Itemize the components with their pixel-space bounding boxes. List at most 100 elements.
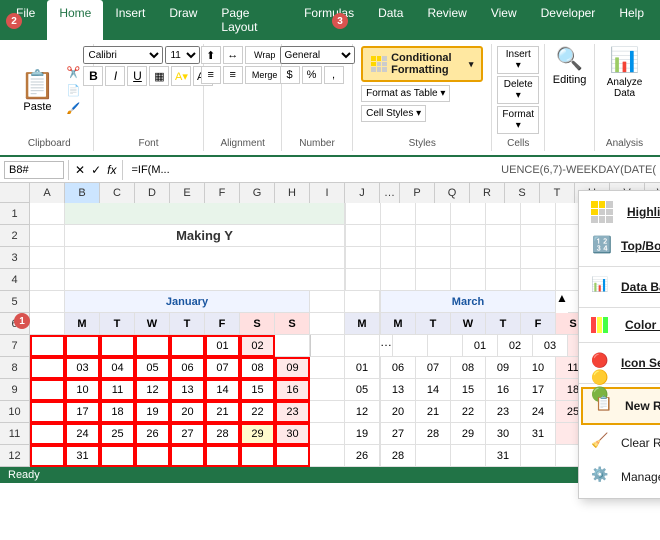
col-header-b[interactable]: B bbox=[65, 183, 100, 203]
cell-j10[interactable]: 12 bbox=[345, 401, 380, 423]
row-header-8[interactable]: 8 bbox=[0, 357, 30, 379]
tab-data[interactable]: Data bbox=[366, 0, 415, 40]
cell-mar-t7[interactable]: 02 bbox=[498, 335, 533, 357]
cell-f12[interactable] bbox=[205, 445, 240, 467]
tab-draw[interactable]: Draw bbox=[157, 0, 209, 40]
cell-s4[interactable] bbox=[451, 269, 486, 291]
format-as-table-button[interactable]: Format as Table ▾ bbox=[361, 85, 450, 102]
manage-rules-item[interactable]: ⚙️ Manage Rules... bbox=[579, 460, 660, 494]
cell-c9[interactable]: 11 bbox=[100, 379, 135, 401]
cell-mar-f12[interactable] bbox=[521, 445, 556, 467]
cell-b1-merged[interactable] bbox=[65, 203, 345, 225]
col-header-a[interactable]: A bbox=[30, 183, 65, 203]
cell-j5[interactable] bbox=[345, 291, 380, 313]
cell-c7[interactable] bbox=[100, 335, 135, 357]
cell-i9[interactable] bbox=[310, 379, 345, 401]
color-scales-item[interactable]: Color Scales bbox=[579, 311, 660, 339]
cell-c12[interactable] bbox=[100, 445, 135, 467]
cell-h10[interactable]: 23 bbox=[275, 401, 310, 423]
cell-reference-input[interactable] bbox=[4, 161, 64, 179]
align-top-button[interactable]: ⬆ bbox=[201, 46, 221, 64]
cell-u3[interactable] bbox=[521, 247, 556, 269]
cell-e8[interactable]: 06 bbox=[170, 357, 205, 379]
cell-i12[interactable] bbox=[310, 445, 345, 467]
cell-b3[interactable] bbox=[65, 247, 345, 269]
cell-h9[interactable]: 16 bbox=[275, 379, 310, 401]
cell-g9[interactable]: 15 bbox=[240, 379, 275, 401]
cell-u1[interactable] bbox=[521, 203, 556, 225]
cell-e11[interactable]: 27 bbox=[170, 423, 205, 445]
cell-mar-w9[interactable]: 15 bbox=[451, 379, 486, 401]
cell-i7-feb[interactable] bbox=[310, 335, 345, 357]
cell-t2[interactable] bbox=[486, 225, 521, 247]
tab-home[interactable]: Home bbox=[47, 0, 103, 40]
cell-mar-th8[interactable]: 09 bbox=[486, 357, 521, 379]
row-header-11[interactable]: 11 bbox=[0, 423, 30, 445]
cell-r3[interactable] bbox=[416, 247, 451, 269]
cell-h11[interactable]: 30 bbox=[275, 423, 310, 445]
cell-mar-th9[interactable]: 16 bbox=[486, 379, 521, 401]
cell-j7-feb[interactable] bbox=[345, 335, 380, 357]
row-header-3[interactable]: 3 bbox=[0, 247, 30, 269]
cell-h7[interactable] bbox=[275, 335, 310, 357]
row-header-4[interactable]: 4 bbox=[0, 269, 30, 291]
cut-button[interactable]: ✂️ bbox=[63, 64, 85, 81]
formula-input[interactable] bbox=[127, 162, 497, 178]
col-header-j[interactable]: J bbox=[345, 183, 380, 203]
cell-t4[interactable] bbox=[486, 269, 521, 291]
cell-r4[interactable] bbox=[416, 269, 451, 291]
tab-help[interactable]: Help bbox=[607, 0, 656, 40]
top-bottom-rules-item[interactable]: 🔢 Top/Bottom Rules bbox=[579, 229, 660, 263]
row-header-1[interactable]: 1 bbox=[0, 203, 30, 225]
icon-sets-item[interactable]: 🔴🟡🟢 Icon Sets bbox=[579, 346, 660, 380]
cell-r2[interactable] bbox=[416, 225, 451, 247]
font-size-select[interactable]: 11 bbox=[165, 46, 200, 64]
cell-i11[interactable] bbox=[310, 423, 345, 445]
copy-button[interactable]: 📄 bbox=[63, 82, 85, 99]
cell-d12[interactable] bbox=[135, 445, 170, 467]
number-format-select[interactable]: General bbox=[280, 46, 355, 64]
cell-i5[interactable] bbox=[310, 291, 345, 313]
cell-g12[interactable] bbox=[240, 445, 275, 467]
cell-h8[interactable]: 09 bbox=[275, 357, 310, 379]
cell-mar-t12[interactable] bbox=[416, 445, 451, 467]
cell-p3[interactable] bbox=[346, 247, 381, 269]
cell-c8[interactable]: 04 bbox=[100, 357, 135, 379]
insert-function-icon[interactable]: fx bbox=[105, 161, 118, 179]
cell-mar-m8[interactable]: 06 bbox=[381, 357, 416, 379]
col-header-c[interactable]: C bbox=[100, 183, 135, 203]
cell-f10[interactable]: 21 bbox=[205, 401, 240, 423]
cell-c10[interactable]: 18 bbox=[100, 401, 135, 423]
col-header-p[interactable]: P bbox=[400, 183, 435, 203]
cell-mar-t9[interactable]: 14 bbox=[416, 379, 451, 401]
cell-c11[interactable]: 25 bbox=[100, 423, 135, 445]
cell-mar-f10[interactable]: 24 bbox=[521, 401, 556, 423]
cell-a10[interactable] bbox=[30, 401, 65, 423]
row-header-12[interactable]: 12 bbox=[0, 445, 30, 467]
cell-mar-m9[interactable]: 13 bbox=[381, 379, 416, 401]
cell-b7[interactable] bbox=[65, 335, 100, 357]
cell-mar-2[interactable] bbox=[428, 335, 463, 357]
cell-mar-th10[interactable]: 23 bbox=[486, 401, 521, 423]
cell-q2[interactable] bbox=[381, 225, 416, 247]
cell-j12[interactable]: 26 bbox=[345, 445, 380, 467]
cell-a4[interactable] bbox=[30, 269, 65, 291]
cell-a8[interactable] bbox=[30, 357, 65, 379]
cell-p2[interactable] bbox=[346, 225, 381, 247]
row-header-5[interactable]: 5 bbox=[0, 291, 30, 313]
data-bars-item[interactable]: 📊 Data Bars bbox=[579, 270, 660, 304]
format-cells-button[interactable]: Format ▾ bbox=[497, 106, 539, 134]
cell-a9[interactable] bbox=[30, 379, 65, 401]
align-left-button[interactable]: ≡ bbox=[201, 66, 221, 84]
cell-a1[interactable] bbox=[30, 203, 65, 225]
cell-mar-f11[interactable]: 31 bbox=[521, 423, 556, 445]
cell-q3[interactable] bbox=[381, 247, 416, 269]
cell-f11[interactable]: 28 bbox=[205, 423, 240, 445]
tab-insert[interactable]: Insert bbox=[103, 0, 157, 40]
cell-i6[interactable] bbox=[310, 313, 345, 335]
conditional-formatting-button[interactable]: Conditional Formatting ▾ bbox=[361, 46, 483, 82]
cell-a12[interactable] bbox=[30, 445, 65, 467]
cell-mar-w10[interactable]: 22 bbox=[451, 401, 486, 423]
cell-mar-m12[interactable]: 28 bbox=[381, 445, 416, 467]
cancel-formula-icon[interactable]: ✕ bbox=[73, 161, 87, 179]
